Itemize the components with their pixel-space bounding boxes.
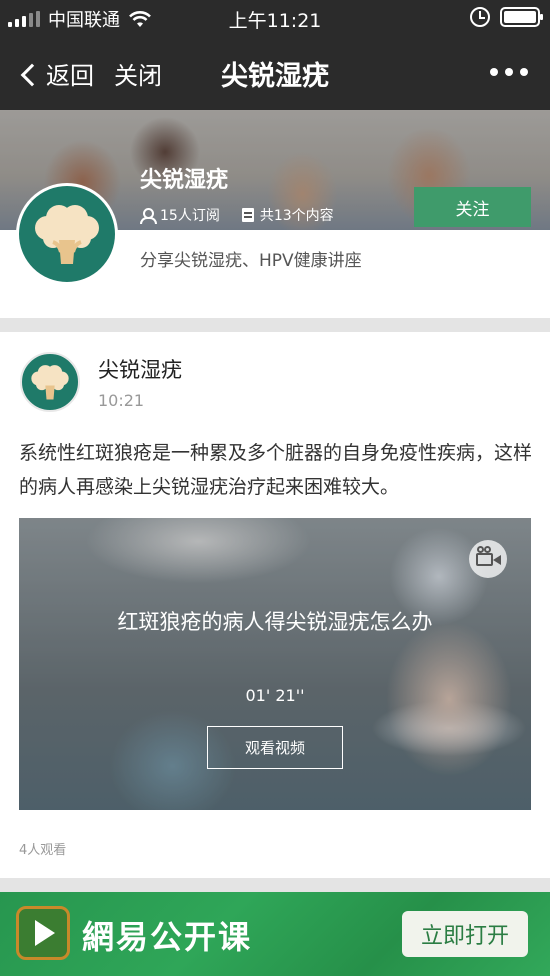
channel-avatar xyxy=(16,183,118,285)
alarm-icon xyxy=(470,7,490,27)
back-label: 返回 xyxy=(46,62,94,90)
chevron-left-icon xyxy=(20,63,44,86)
subscriber-count: 15人订阅 xyxy=(160,208,220,224)
app-name: 網易公开课 xyxy=(82,918,253,956)
back-button[interactable]: 返回 xyxy=(18,56,94,91)
section-divider xyxy=(0,878,550,892)
close-button[interactable]: 关闭 xyxy=(114,56,162,91)
video-card[interactable]: 红斑狼疮的病人得尖锐湿疣怎么办 01' 21'' 观看视频 xyxy=(19,518,531,810)
content-stat: 共13个内容 xyxy=(241,205,334,225)
cauliflower-icon xyxy=(35,205,99,264)
channel-name: 尖锐湿疣 xyxy=(140,168,229,193)
post-body-text: 系统性红斑狼疮是一种累及多个脏器的自身免疫性疾病，这样的病人再感染上尖锐湿疣治疗… xyxy=(19,442,533,498)
follow-button[interactable]: 关注 xyxy=(414,187,531,227)
video-camera-icon xyxy=(469,540,507,578)
channel-description: 分享尖锐湿疣、HPV健康讲座 xyxy=(140,251,362,271)
section-divider xyxy=(0,318,550,332)
post-timestamp: 10:21 xyxy=(98,391,145,410)
video-duration: 01' 21'' xyxy=(245,686,305,705)
subscriber-stat: 15人订阅 xyxy=(140,205,220,225)
play-icon[interactable] xyxy=(16,906,70,960)
content-count: 共13个内容 xyxy=(259,208,334,224)
document-icon xyxy=(241,208,254,222)
channel-stats: 15人订阅 共13个内容 xyxy=(140,205,334,225)
battery-icon xyxy=(500,7,543,27)
app-download-banner[interactable]: 網易公开课 立即打开 xyxy=(0,892,550,976)
status-right xyxy=(470,7,543,27)
more-menu-icon[interactable] xyxy=(490,68,528,76)
status-bar: 中国联通 上午11:21 xyxy=(0,0,550,36)
clock: 上午11:21 xyxy=(228,10,322,32)
nav-bar: 返回 关闭 尖锐湿疣 xyxy=(0,36,550,110)
video-title: 红斑狼疮的病人得尖锐湿疣怎么办 xyxy=(117,610,433,634)
subscriber-icon xyxy=(140,208,157,224)
open-app-button[interactable]: 立即打开 xyxy=(402,911,528,957)
post-author-avatar[interactable] xyxy=(20,352,80,412)
view-count: 4人观看 xyxy=(19,843,67,858)
watch-video-button[interactable]: 观看视频 xyxy=(207,726,343,769)
cauliflower-icon xyxy=(31,365,69,400)
post-author-name[interactable]: 尖锐湿疣 xyxy=(98,354,182,384)
